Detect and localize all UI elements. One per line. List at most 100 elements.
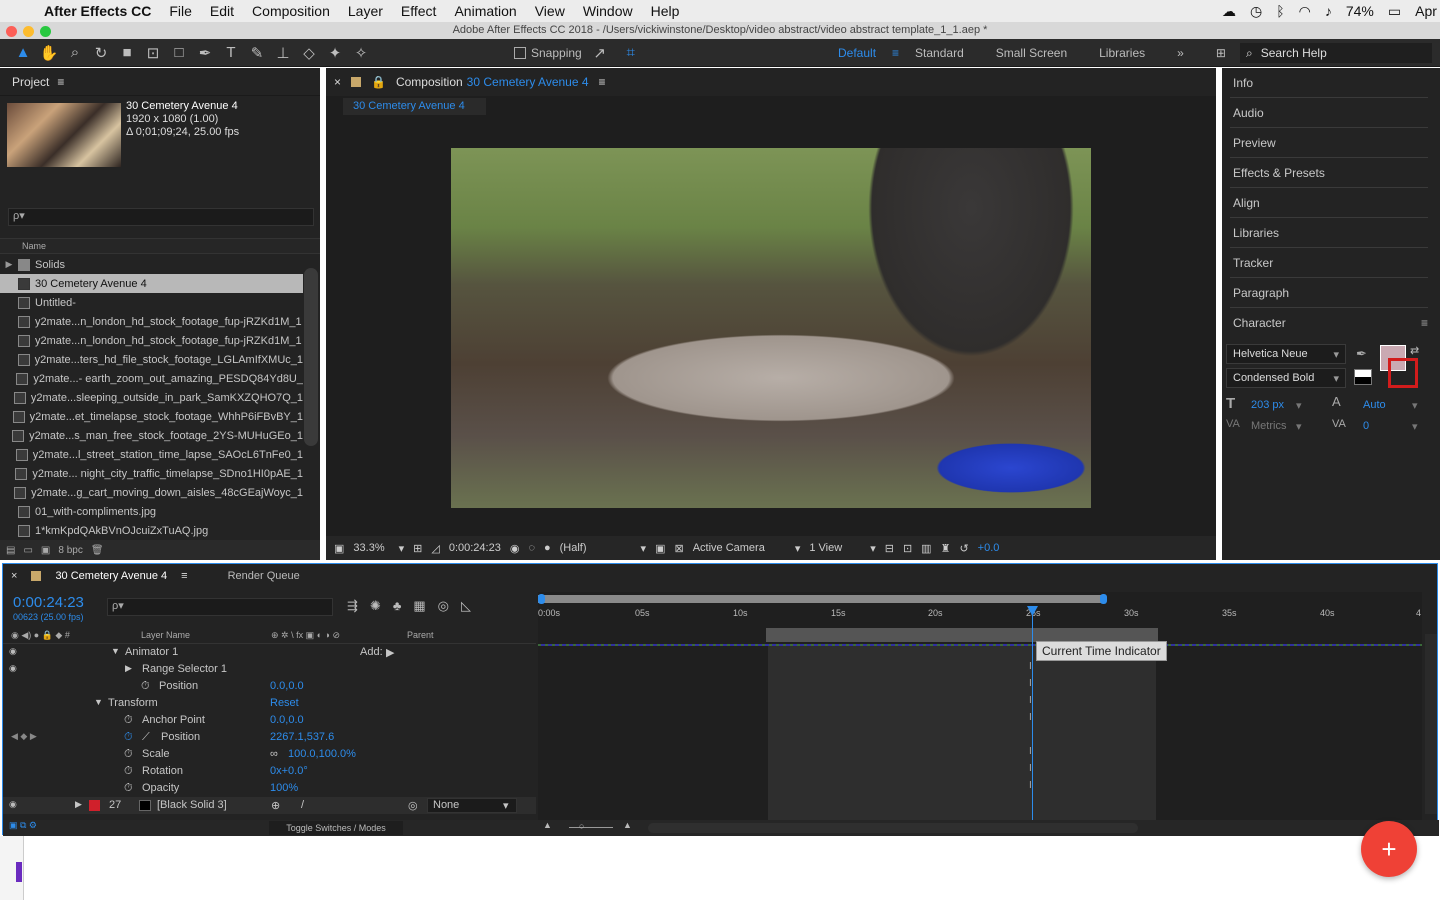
graph-editor-icon[interactable]: ◺ <box>461 598 471 614</box>
workspace-libraries[interactable]: Libraries <box>1083 46 1161 60</box>
toggle-switches-modes-button[interactable]: Toggle Switches / Modes <box>269 821 403 835</box>
list-item[interactable]: y2mate...l_street_station_time_lapse_SAO… <box>0 445 303 464</box>
draft-3d-icon[interactable]: ✺ <box>370 598 381 614</box>
stopwatch-icon[interactable]: ⏱ <box>124 765 133 778</box>
property-value[interactable]: 100% <box>270 782 298 794</box>
exposure-value[interactable]: +0.0 <box>978 542 1000 554</box>
transparency-grid-icon[interactable]: ⊠ <box>674 542 683 555</box>
font-style-dropdown[interactable]: Condensed Bold <box>1226 368 1346 388</box>
property-row-opacity[interactable]: ⏱ Opacity 100% <box>3 780 536 797</box>
panel-menu-icon[interactable]: ≡ <box>599 75 606 89</box>
property-value[interactable]: 0.0,0.0 <box>270 714 304 726</box>
menu-file[interactable]: File <box>160 3 201 19</box>
timeline-search-input[interactable]: ρ▾ <box>107 598 333 616</box>
reset-transform-link[interactable]: Reset <box>270 697 299 709</box>
list-item[interactable]: 1*kmKpdQAkBVnOJcuiZxTuAQ.jpg <box>0 521 303 540</box>
close-panel-icon[interactable]: × <box>11 570 17 582</box>
snapshot-icon[interactable]: ◉ <box>510 542 520 555</box>
timeline-graph-area[interactable]: 0:00s 05s 10s 15s 20s 25s 30s 35s 40s 4 … <box>538 592 1422 820</box>
stopwatch-icon[interactable]: ⏱ <box>141 680 150 693</box>
panel-align[interactable]: Align <box>1230 188 1428 218</box>
resolution-dropdown[interactable]: (Half) ▾ <box>560 542 646 555</box>
menu-composition[interactable]: Composition <box>243 3 339 19</box>
panel-menu-icon[interactable]: ≡ <box>181 570 187 582</box>
trash-icon[interactable]: 🗑 <box>91 545 104 556</box>
project-scrollbar[interactable] <box>304 268 318 446</box>
list-item[interactable]: y2mate...s_man_free_stock_footage_2YS-MU… <box>0 426 303 445</box>
column-parent[interactable]: Parent <box>407 628 434 642</box>
workspace-default[interactable]: Default <box>822 46 892 60</box>
eraser-tool-icon[interactable]: ◇ <box>296 41 322 65</box>
work-area-bar[interactable] <box>766 628 1158 642</box>
visibility-eye-icon[interactable]: ◉ <box>9 799 17 810</box>
mask-visibility-icon[interactable]: ◿ <box>431 542 439 555</box>
list-item[interactable]: y2mate...ters_hd_file_stock_footage_LGLA… <box>0 350 303 369</box>
time-machine-icon[interactable]: ◷ <box>1250 3 1262 20</box>
hand-tool-icon[interactable]: ✋ <box>36 41 62 65</box>
navigator-start-handle[interactable] <box>538 594 545 604</box>
visibility-eye-icon[interactable]: ◉ <box>9 646 17 657</box>
list-item[interactable]: y2mate...et_timelapse_stock_footage_WhhP… <box>0 407 303 426</box>
property-row-anchor-point[interactable]: ⏱ Anchor Point 0.0,0.0 <box>3 712 536 729</box>
timeline-vertical-scrollbar[interactable] <box>1425 634 1437 814</box>
timeline-icon[interactable]: ▥ <box>921 542 931 555</box>
flowchart-icon[interactable]: ♜ <box>941 542 951 555</box>
interpret-footage-icon[interactable]: ▤ <box>6 545 15 556</box>
property-row-scale[interactable]: ⏱ Scale ∞ 100.0,100.0% <box>3 746 536 763</box>
kerning-dropdown-icon[interactable]: ▾ <box>1296 420 1302 433</box>
minimize-window-button[interactable] <box>23 26 34 37</box>
creative-cloud-icon[interactable]: ☁ <box>1222 3 1236 20</box>
panel-effects-presets[interactable]: Effects & Presets <box>1230 158 1428 188</box>
eyedropper-icon[interactable]: ✒ <box>1356 346 1367 362</box>
bluetooth-icon[interactable]: ᛒ <box>1276 3 1284 19</box>
panel-info[interactable]: Info <box>1230 68 1428 98</box>
workspace-overflow-icon[interactable]: » <box>1161 46 1200 60</box>
twirl-down-icon[interactable]: ▼ <box>111 646 120 656</box>
workspace-standard[interactable]: Standard <box>899 46 980 60</box>
close-window-button[interactable] <box>6 26 17 37</box>
layer-row[interactable]: ◉ ▶ 27 [Black Solid 3] ⊕ / ◎ None ▾ <box>3 797 536 814</box>
property-row-animator-position[interactable]: ⏱ Position 0.0,0.0 <box>3 678 536 695</box>
zoom-window-button[interactable] <box>40 26 51 37</box>
tracking-value[interactable]: 0 <box>1363 420 1369 432</box>
motion-blur-icon[interactable]: ◎ <box>438 598 449 614</box>
always-preview-icon[interactable]: ▣ <box>334 542 344 555</box>
current-time-indicator-line[interactable] <box>1032 612 1033 820</box>
view-layout-dropdown[interactable]: 1 View ▾ <box>809 542 875 555</box>
character-panel-title[interactable]: Character ≡ <box>1230 308 1428 338</box>
clone-stamp-tool-icon[interactable]: ⊥ <box>270 41 296 65</box>
menu-help[interactable]: Help <box>642 3 689 19</box>
leading-dropdown-icon[interactable]: ▾ <box>1412 399 1418 412</box>
list-item[interactable]: y2mate...n_london_hd_stock_footage_fup-j… <box>0 331 303 350</box>
new-composition-icon[interactable]: ▣ <box>41 545 50 556</box>
stopwatch-icon[interactable]: ⏱ <box>124 714 133 727</box>
add-property-icon[interactable]: ▶ <box>386 646 394 659</box>
property-row-position[interactable]: ◀ ◆ ▶ ⏱ ⟋ Position 2267.1,537.6 <box>3 729 536 746</box>
volume-icon[interactable]: ♪ <box>1325 3 1332 19</box>
list-item[interactable]: y2mate... night_city_traffic_timelapse_S… <box>0 464 303 483</box>
list-item[interactable]: Untitled- <box>0 293 303 312</box>
lock-icon[interactable]: 🔒 <box>371 75 386 89</box>
twirl-right-icon[interactable]: ▶ <box>125 663 132 674</box>
keyframe-markers[interactable]: IIIIIII <box>1029 658 1032 794</box>
list-item[interactable]: 30 Cemetery Avenue 4 <box>0 274 303 293</box>
camera-tool-icon[interactable]: ■ <box>114 41 140 65</box>
quality-switch-icon[interactable]: / <box>301 799 304 811</box>
visibility-eye-icon[interactable]: ◉ <box>9 663 17 674</box>
render-queue-tab[interactable]: Render Queue <box>228 570 300 582</box>
tracking-dropdown-icon[interactable]: ▾ <box>1412 420 1418 433</box>
font-size-value[interactable]: 203 px <box>1251 399 1284 411</box>
list-item[interactable]: 01_with-compliments.jpg <box>0 502 303 521</box>
composition-viewer[interactable] <box>451 148 1091 508</box>
rotation-tool-icon[interactable]: ↻ <box>88 41 114 65</box>
snapping-checkbox[interactable] <box>514 46 526 59</box>
panel-audio[interactable]: Audio <box>1230 98 1428 128</box>
list-item[interactable]: ▶ Solids <box>0 255 303 274</box>
keyframe-nav-icon[interactable]: ◀ ◆ ▶ <box>11 731 37 742</box>
property-value[interactable]: 0.0,0.0 <box>270 680 304 692</box>
zoom-slider-handle[interactable]: ○ <box>579 821 584 831</box>
time-ruler[interactable]: 0:00s 05s 10s 15s 20s 25s 30s 35s 40s 4 <box>538 606 1422 624</box>
property-row-range-selector[interactable]: ◉ ▶ Range Selector 1 <box>3 661 536 678</box>
zoom-out-icon[interactable]: ▲ <box>543 820 552 830</box>
frame-blending-icon[interactable]: ▦ <box>413 598 425 614</box>
